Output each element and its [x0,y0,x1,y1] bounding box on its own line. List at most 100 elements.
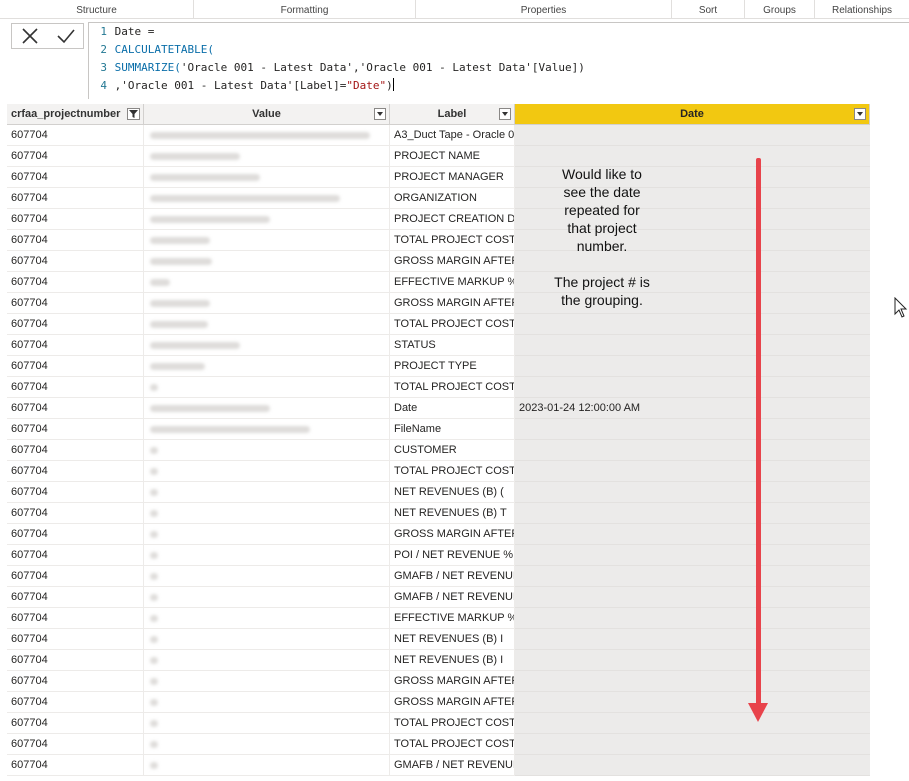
table-row[interactable]: 607704 GROSS MARGIN AFTER F [7,671,870,692]
cell-value-redacted[interactable] [144,377,390,398]
ribbon-section-structure[interactable]: Structure [0,0,194,18]
code-line[interactable]: 3 SUMMARIZE('Oracle 001 - Latest Data','… [89,59,584,77]
cell-projectnumber[interactable]: 607704 [7,566,144,587]
ribbon-section-relationships[interactable]: Relationships [815,0,909,18]
cell-date[interactable] [515,671,870,692]
cell-projectnumber[interactable]: 607704 [7,755,144,776]
cell-label[interactable]: EFFECTIVE MARKUP % (C [390,272,515,293]
cell-projectnumber[interactable]: 607704 [7,524,144,545]
cell-label[interactable]: ORGANIZATION [390,188,515,209]
cell-date[interactable] [515,440,870,461]
cell-value-redacted[interactable] [144,209,390,230]
cell-projectnumber[interactable]: 607704 [7,356,144,377]
cell-value-redacted[interactable] [144,524,390,545]
cell-date[interactable] [515,755,870,776]
cell-label[interactable]: EFFECTIVE MARKUP % (C [390,608,515,629]
cell-label[interactable]: NET REVENUES (B) ( [390,482,515,503]
table-row[interactable]: 607704 GROSS MARGIN AFTER F [7,524,870,545]
table-row[interactable]: 607704 ORGANIZATION [7,188,870,209]
cell-label[interactable]: NET REVENUES (B) T [390,503,515,524]
cell-label[interactable]: NET REVENUES (B) I [390,650,515,671]
cell-date[interactable] [515,713,870,734]
ribbon-section-sort[interactable]: Sort [672,0,745,18]
cell-label[interactable]: TOTAL PROJECT COSTS A [390,314,515,335]
table-row[interactable]: 607704 EFFECTIVE MARKUP % (C [7,272,870,293]
table-row[interactable]: 607704 GROSS MARGIN AFTER F [7,293,870,314]
cell-label[interactable]: Date [390,398,515,419]
cell-label[interactable]: TOTAL PROJECT COSTS A [390,734,515,755]
cell-projectnumber[interactable]: 607704 [7,167,144,188]
cell-label[interactable]: GROSS MARGIN AFTER F [390,251,515,272]
cancel-formula-button[interactable] [12,24,48,48]
cell-date[interactable] [515,461,870,482]
cell-value-redacted[interactable] [144,713,390,734]
table-row[interactable]: 607704 TOTAL PROJECT COSTS A [7,230,870,251]
table-row[interactable]: 607704 PROJECT TYPE [7,356,870,377]
cell-label[interactable]: CUSTOMER [390,440,515,461]
table-row[interactable]: 607704 TOTAL PROJECT COSTS A [7,461,870,482]
filter-funnel-icon[interactable] [127,108,140,120]
cell-label[interactable]: TOTAL PROJECT COSTS A [390,461,515,482]
cell-projectnumber[interactable]: 607704 [7,272,144,293]
table-row[interactable]: 607704 A3_Duct Tape - Oracle 0 [7,125,870,146]
cell-label[interactable]: GMAFB / NET REVENUE [390,755,515,776]
cell-projectnumber[interactable]: 607704 [7,419,144,440]
cell-date[interactable] [515,566,870,587]
cell-value-redacted[interactable] [144,545,390,566]
column-header-value[interactable]: Value [144,104,390,125]
cell-value-redacted[interactable] [144,167,390,188]
cell-date[interactable] [515,524,870,545]
cell-value-redacted[interactable] [144,608,390,629]
cell-projectnumber[interactable]: 607704 [7,503,144,524]
cell-value-redacted[interactable] [144,587,390,608]
cell-value-redacted[interactable] [144,734,390,755]
cell-date[interactable] [515,482,870,503]
cell-label[interactable]: NET REVENUES (B) I [390,629,515,650]
table-row[interactable]: 607704 EFFECTIVE MARKUP % (C [7,608,870,629]
table-row[interactable]: 607704 GMAFB / NET REVENUE [7,587,870,608]
cell-projectnumber[interactable]: 607704 [7,377,144,398]
cell-value-redacted[interactable] [144,188,390,209]
cell-date[interactable] [515,692,870,713]
cell-projectnumber[interactable]: 607704 [7,293,144,314]
cell-value-redacted[interactable] [144,125,390,146]
cell-label[interactable]: GROSS MARGIN AFTER F [390,692,515,713]
cell-value-redacted[interactable] [144,293,390,314]
cell-value-redacted[interactable] [144,692,390,713]
cell-projectnumber[interactable]: 607704 [7,209,144,230]
cell-value-redacted[interactable] [144,335,390,356]
cell-value-redacted[interactable] [144,419,390,440]
cell-date[interactable] [515,503,870,524]
cell-date[interactable] [515,629,870,650]
cell-date[interactable] [515,125,870,146]
cell-value-redacted[interactable] [144,230,390,251]
cell-projectnumber[interactable]: 607704 [7,629,144,650]
table-row[interactable]: 607704 GROSS MARGIN AFTER F [7,251,870,272]
cell-date[interactable] [515,314,870,335]
cell-projectnumber[interactable]: 607704 [7,692,144,713]
cell-value-redacted[interactable] [144,461,390,482]
ribbon-section-formatting[interactable]: Formatting [194,0,416,18]
cell-projectnumber[interactable]: 607704 [7,251,144,272]
column-header-date[interactable]: Date [515,104,870,125]
cell-value-redacted[interactable] [144,755,390,776]
chevron-down-icon[interactable] [854,108,866,120]
cell-projectnumber[interactable]: 607704 [7,461,144,482]
cell-projectnumber[interactable]: 607704 [7,440,144,461]
cell-date[interactable] [515,587,870,608]
cell-label[interactable]: PROJECT MANAGER [390,167,515,188]
column-header-label[interactable]: Label [390,104,515,125]
column-header-projectnumber[interactable]: crfaa_projectnumber [7,104,144,125]
table-row[interactable]: 607704 GMAFB / NET REVENUE [7,566,870,587]
cell-label[interactable]: FileName [390,419,515,440]
cell-value-redacted[interactable] [144,566,390,587]
table-row[interactable]: 607704 NET REVENUES (B) ( [7,482,870,503]
cell-value-redacted[interactable] [144,314,390,335]
cell-value-redacted[interactable] [144,503,390,524]
cell-projectnumber[interactable]: 607704 [7,188,144,209]
table-row[interactable]: 607704 POI / NET REVENUE % (H [7,545,870,566]
cell-date[interactable] [515,377,870,398]
cell-value-redacted[interactable] [144,629,390,650]
ribbon-section-properties[interactable]: Properties [416,0,672,18]
cell-label[interactable]: TOTAL PROJECT COSTS A [390,377,515,398]
